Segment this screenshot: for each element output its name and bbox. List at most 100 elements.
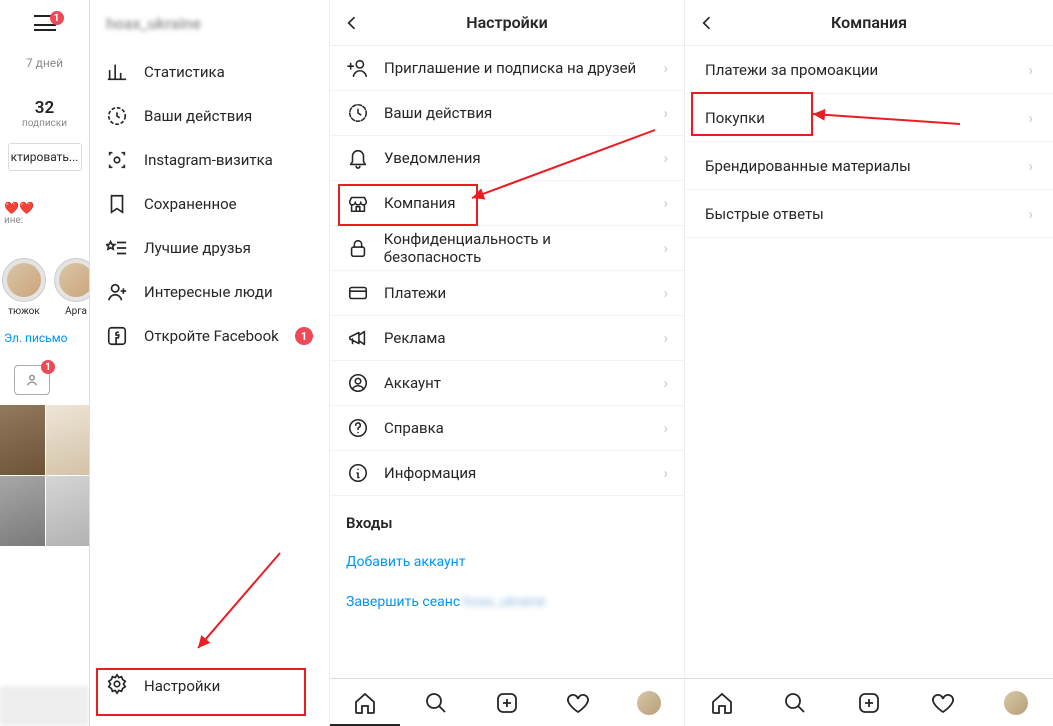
menu-item-label: Статистика bbox=[144, 63, 225, 81]
row-promo-payments[interactable]: Платежи за промоакции › bbox=[685, 46, 1053, 94]
chevron-right-icon: › bbox=[663, 239, 668, 257]
menu-item-saved[interactable]: Сохраненное bbox=[90, 182, 329, 226]
row-payments[interactable]: Платежи › bbox=[330, 271, 684, 316]
days-label: 7 дней bbox=[0, 56, 89, 70]
menu-item-label: Интересные люди bbox=[144, 283, 273, 301]
tagged-badge: 1 bbox=[41, 360, 55, 374]
row-about[interactable]: Информация › bbox=[330, 451, 684, 496]
settings-button[interactable]: Настройки bbox=[90, 664, 329, 708]
chevron-right-icon: › bbox=[1028, 61, 1033, 79]
help-icon bbox=[346, 416, 370, 440]
menu-item-label: Ваши действия bbox=[144, 107, 252, 125]
hamburger-button[interactable]: 1 bbox=[34, 15, 56, 31]
company-icon bbox=[346, 191, 370, 215]
blur-strip bbox=[0, 686, 89, 726]
gear-icon bbox=[106, 673, 128, 699]
tab-search[interactable] bbox=[424, 691, 448, 715]
photo-grid bbox=[0, 405, 90, 546]
menu-item-discover-people[interactable]: Интересные люди bbox=[90, 270, 329, 314]
row-ads[interactable]: Реклама › bbox=[330, 316, 684, 361]
avatar bbox=[637, 691, 661, 715]
tab-add[interactable] bbox=[495, 691, 519, 715]
row-quick-replies[interactable]: Быстрые ответы › bbox=[685, 190, 1053, 238]
row-notifications[interactable]: Уведомления › bbox=[330, 136, 684, 181]
story-highlight[interactable]: Арга bbox=[54, 258, 90, 317]
menu-item-activity[interactable]: Ваши действия bbox=[90, 94, 329, 138]
story-label: тюжок bbox=[2, 306, 46, 317]
row-label: Брендированные материалы bbox=[705, 157, 911, 175]
tab-activity[interactable] bbox=[566, 691, 590, 715]
row-label: Платежи bbox=[384, 284, 446, 302]
tab-activity[interactable] bbox=[931, 691, 955, 715]
chevron-right-icon: › bbox=[663, 419, 668, 437]
avatar bbox=[1004, 691, 1028, 715]
row-activity[interactable]: Ваши действия › bbox=[330, 91, 684, 136]
tab-profile[interactable] bbox=[637, 691, 661, 715]
activity-icon bbox=[346, 101, 370, 125]
person-icon bbox=[23, 371, 41, 389]
row-label: Платежи за промоакции bbox=[705, 61, 878, 79]
card-icon bbox=[346, 281, 370, 305]
row-label: Конфиденциальность и безопасность bbox=[384, 230, 650, 266]
add-user-icon bbox=[106, 281, 128, 303]
subscriptions-label: подписки bbox=[0, 118, 89, 129]
row-label: Аккаунт bbox=[384, 374, 441, 392]
menu-item-label: Сохраненное bbox=[144, 195, 237, 213]
tab-add[interactable] bbox=[857, 691, 881, 715]
chevron-right-icon: › bbox=[663, 284, 668, 302]
menu-item-stats[interactable]: Статистика bbox=[90, 50, 329, 94]
activity-icon bbox=[106, 105, 128, 127]
email-link[interactable]: Эл. письмо bbox=[0, 331, 89, 345]
chevron-right-icon: › bbox=[663, 194, 668, 212]
menu-item-facebook[interactable]: Откройте Facebook 1 bbox=[90, 314, 329, 358]
row-branded-content[interactable]: Брендированные материалы › bbox=[685, 142, 1053, 190]
row-label: Справка bbox=[384, 419, 444, 437]
story-circle bbox=[2, 258, 46, 302]
row-invite[interactable]: Приглашение и подписка на друзей › bbox=[330, 46, 684, 91]
back-button[interactable] bbox=[342, 0, 362, 45]
tabbar bbox=[330, 678, 684, 726]
row-label: Реклама bbox=[384, 329, 446, 347]
chevron-left-icon bbox=[342, 13, 362, 33]
row-help[interactable]: Справка › bbox=[330, 406, 684, 451]
tab-search[interactable] bbox=[783, 691, 807, 715]
row-shopping[interactable]: Покупки › bbox=[685, 94, 1053, 142]
account-icon bbox=[346, 371, 370, 395]
chevron-right-icon: › bbox=[663, 329, 668, 347]
menu-item-nametag[interactable]: Instagram-визитка bbox=[90, 138, 329, 182]
story-label: Арга bbox=[54, 306, 90, 317]
lock-icon bbox=[346, 236, 370, 260]
facebook-icon bbox=[106, 325, 128, 347]
add-account-link[interactable]: Добавить аккаунт bbox=[330, 542, 684, 582]
story-circle bbox=[54, 258, 90, 302]
back-button[interactable] bbox=[697, 0, 717, 45]
profile-sliver: 1 7 дней 32 подписки ктировать... ❤️❤️ и… bbox=[0, 0, 90, 726]
edit-profile-button[interactable]: ктировать... bbox=[8, 143, 82, 171]
menu-item-best-friends[interactable]: Лучшие друзья bbox=[90, 226, 329, 270]
row-company[interactable]: Компания › bbox=[330, 181, 684, 226]
row-account[interactable]: Аккаунт › bbox=[330, 361, 684, 406]
row-privacy[interactable]: Конфиденциальность и безопасность › bbox=[330, 226, 684, 271]
menu-item-label: Лучшие друзья bbox=[144, 239, 251, 257]
logins-header: Входы bbox=[330, 496, 684, 542]
slide-menu: hoax_ukraine Статистика Ваши действия In… bbox=[90, 0, 329, 726]
tab-home[interactable] bbox=[710, 691, 734, 715]
row-label: Покупки bbox=[705, 109, 765, 127]
chevron-right-icon: › bbox=[1028, 157, 1033, 175]
bookmark-icon bbox=[106, 193, 128, 215]
row-label: Компания bbox=[384, 194, 455, 212]
tab-profile[interactable] bbox=[1004, 691, 1028, 715]
tagged-photos-button[interactable]: 1 bbox=[14, 365, 50, 395]
logout-link[interactable]: Завершить сеанс hoax_ukraine bbox=[330, 582, 684, 622]
stats-icon bbox=[106, 61, 128, 83]
story-highlight[interactable]: тюжок bbox=[2, 258, 46, 317]
settings-label: Настройки bbox=[144, 677, 220, 695]
row-label: Ваши действия bbox=[384, 104, 492, 122]
subscriptions-stat[interactable]: 32 подписки bbox=[0, 98, 89, 129]
nametag-icon bbox=[106, 149, 128, 171]
chevron-right-icon: › bbox=[1028, 205, 1033, 223]
page-title: Компания bbox=[831, 13, 907, 32]
tab-home[interactable] bbox=[353, 691, 377, 715]
chevron-right-icon: › bbox=[663, 464, 668, 482]
menu-item-label: Instagram-визитка bbox=[144, 151, 273, 169]
